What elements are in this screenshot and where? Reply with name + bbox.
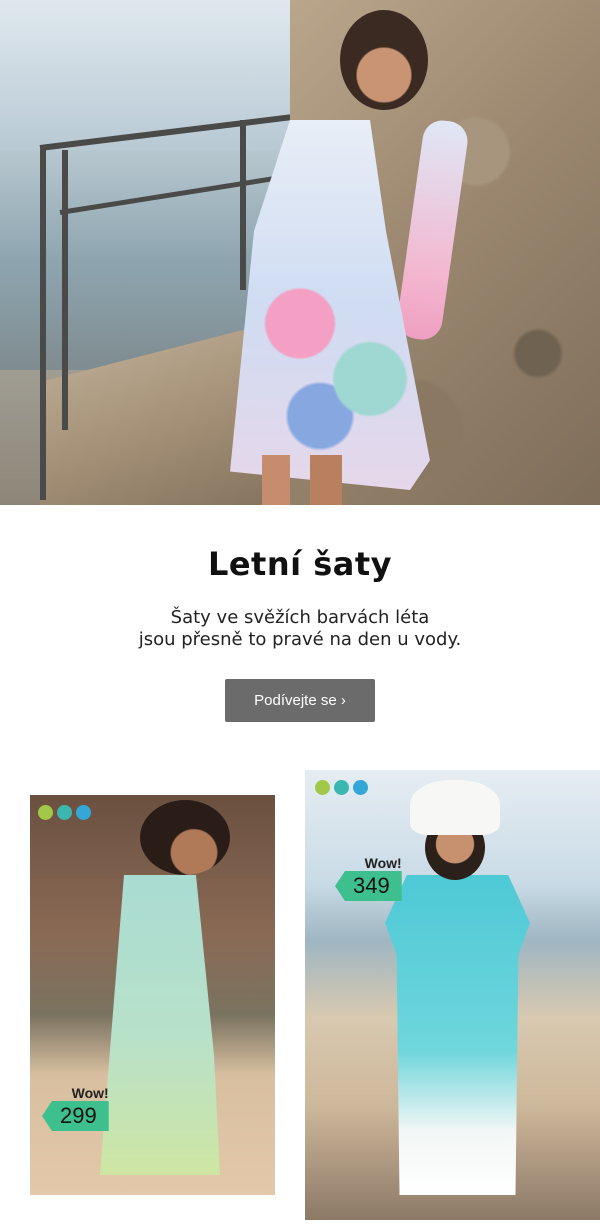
price-value: 299 xyxy=(42,1101,109,1131)
hero-rail-post xyxy=(62,150,68,430)
wow-label: Wow! xyxy=(71,1085,109,1101)
hero-image[interactable] xyxy=(0,0,600,505)
hero-model-legs xyxy=(262,455,342,505)
product-image-hat xyxy=(410,780,500,835)
price-tag: Wow! 349 xyxy=(335,855,402,901)
subtext-line-2: jsou přesně to pravé na den u vody. xyxy=(138,629,462,650)
price-value: 349 xyxy=(335,871,402,901)
color-swatch xyxy=(57,805,72,820)
product-card-left[interactable]: Wow! 299 xyxy=(30,795,275,1195)
subtext: Šaty ve svěžích barvách léta jsou přesně… xyxy=(0,607,600,651)
product-image-dress xyxy=(385,875,530,1195)
subtext-line-1: Šaty ve svěžích barvách léta xyxy=(170,607,430,628)
hero-model-head xyxy=(340,10,428,110)
price-tag: Wow! 299 xyxy=(42,1085,109,1131)
color-swatch xyxy=(334,780,349,795)
wow-label: Wow! xyxy=(364,855,402,871)
view-button[interactable]: Podívejte se › xyxy=(225,679,375,722)
hero-rail-post xyxy=(240,120,246,290)
color-swatch xyxy=(76,805,91,820)
product-image-model-head xyxy=(140,800,230,875)
color-swatches xyxy=(315,780,368,795)
color-swatches xyxy=(38,805,91,820)
product-image-dress xyxy=(100,875,220,1175)
color-swatch xyxy=(38,805,53,820)
color-swatch xyxy=(353,780,368,795)
hero-rail-post xyxy=(40,150,46,500)
hero-rail-bar xyxy=(39,113,299,151)
color-swatch xyxy=(315,780,330,795)
headline: Letní šaty xyxy=(207,545,393,583)
product-card-right[interactable]: Wow! 349 xyxy=(305,770,600,1220)
